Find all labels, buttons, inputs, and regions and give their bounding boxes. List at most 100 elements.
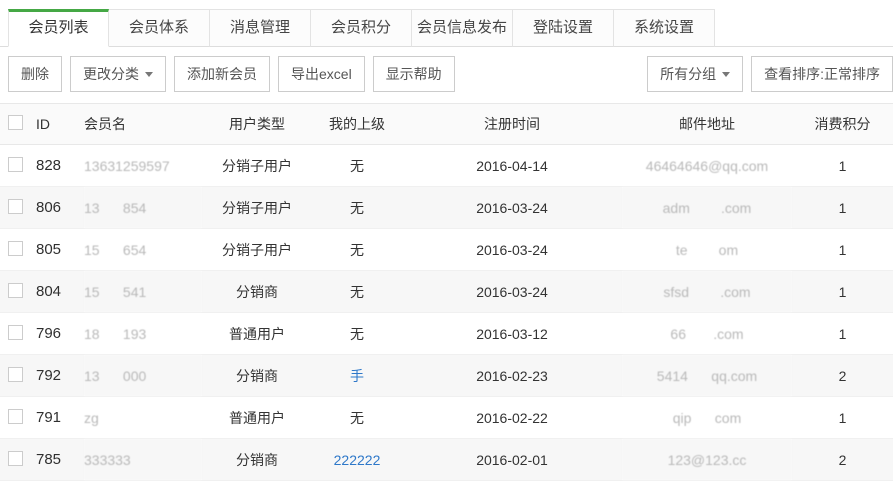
register-time: 2016-02-22 — [402, 397, 622, 439]
member-id: 791 — [36, 397, 84, 439]
email: 5414 qq.com — [622, 355, 792, 397]
show-help-button[interactable]: 显示帮助 — [373, 56, 455, 92]
tab-system-settings[interactable]: 系统设置 — [614, 9, 715, 47]
header-id: ID — [36, 104, 84, 145]
row-checkbox[interactable] — [8, 367, 23, 382]
header-points: 消费积分 — [792, 104, 893, 145]
user-type: 分销子用户 — [202, 229, 312, 271]
tab-member-list[interactable]: 会员列表 — [8, 9, 109, 47]
row-checkbox[interactable] — [8, 409, 23, 424]
user-type: 分销商 — [202, 271, 312, 313]
row-checkbox[interactable] — [8, 199, 23, 214]
email: adm .com — [622, 187, 792, 229]
member-id: 828 — [36, 145, 84, 187]
superior-link[interactable]: 222222 — [312, 439, 402, 481]
points: 1 — [792, 271, 893, 313]
table-row: 804 15 541 分销商 无 2016-03-24 sfsd .com 1 — [0, 271, 893, 313]
superior: 无 — [312, 271, 402, 313]
superior: 无 — [312, 145, 402, 187]
points: 1 — [792, 313, 893, 355]
member-table: ID 会员名 用户类型 我的上级 注册时间 邮件地址 消费积分 828 1363… — [0, 103, 893, 481]
member-name: 15 541 — [84, 271, 202, 313]
user-type: 分销子用户 — [202, 187, 312, 229]
member-name: 13 000 — [84, 355, 202, 397]
points: 1 — [792, 145, 893, 187]
table-row: 791 zg 普通用户 无 2016-02-22 qip com 1 — [0, 397, 893, 439]
table-header-row: ID 会员名 用户类型 我的上级 注册时间 邮件地址 消费积分 — [0, 104, 893, 145]
member-id: 806 — [36, 187, 84, 229]
member-name: 13 854 — [84, 187, 202, 229]
points: 1 — [792, 397, 893, 439]
superior: 无 — [312, 313, 402, 355]
user-type: 分销商 — [202, 439, 312, 481]
row-checkbox[interactable] — [8, 451, 23, 466]
view-sort-button[interactable]: 查看排序:正常排序 — [751, 56, 893, 92]
change-category-label: 更改分类 — [83, 64, 139, 84]
tab-bar: 会员列表 会员体系 消息管理 会员积分 会员信息发布 登陆设置 系统设置 — [0, 8, 893, 47]
tab-member-system[interactable]: 会员体系 — [109, 9, 210, 47]
caret-down-icon — [145, 72, 153, 77]
superior: 无 — [312, 229, 402, 271]
email: qip com — [622, 397, 792, 439]
table-row: 805 15 654 分销子用户 无 2016-03-24 te om 1 — [0, 229, 893, 271]
row-checkbox[interactable] — [8, 157, 23, 172]
tab-member-points[interactable]: 会员积分 — [311, 9, 412, 47]
user-type: 分销子用户 — [202, 145, 312, 187]
register-time: 2016-03-24 — [402, 271, 622, 313]
select-all-checkbox[interactable] — [8, 115, 23, 130]
header-member-name: 会员名 — [84, 104, 202, 145]
header-register-time: 注册时间 — [402, 104, 622, 145]
points: 1 — [792, 229, 893, 271]
member-name: 333333 — [84, 439, 202, 481]
register-time: 2016-02-01 — [402, 439, 622, 481]
member-name: 15 654 — [84, 229, 202, 271]
superior-link[interactable]: 手 — [312, 355, 402, 397]
register-time: 2016-02-23 — [402, 355, 622, 397]
header-user-type: 用户类型 — [202, 104, 312, 145]
email: 123@123.cc — [622, 439, 792, 481]
tab-message-management[interactable]: 消息管理 — [210, 9, 311, 47]
member-id: 792 — [36, 355, 84, 397]
member-id: 785 — [36, 439, 84, 481]
register-time: 2016-04-14 — [402, 145, 622, 187]
superior: 无 — [312, 187, 402, 229]
export-excel-button[interactable]: 导出excel — [278, 56, 365, 92]
tab-login-settings[interactable]: 登陆设置 — [513, 9, 614, 47]
points: 1 — [792, 187, 893, 229]
user-type: 分销商 — [202, 355, 312, 397]
points: 2 — [792, 439, 893, 481]
tab-member-info-publish[interactable]: 会员信息发布 — [412, 9, 513, 47]
row-checkbox[interactable] — [8, 325, 23, 340]
table-row: 806 13 854 分销子用户 无 2016-03-24 adm .com 1 — [0, 187, 893, 229]
all-groups-dropdown[interactable]: 所有分组 — [647, 56, 743, 92]
change-category-dropdown[interactable]: 更改分类 — [70, 56, 166, 92]
header-email: 邮件地址 — [622, 104, 792, 145]
email: 46464646@qq.com — [622, 145, 792, 187]
row-checkbox[interactable] — [8, 283, 23, 298]
caret-down-icon — [722, 72, 730, 77]
member-id: 804 — [36, 271, 84, 313]
register-time: 2016-03-12 — [402, 313, 622, 355]
member-id: 805 — [36, 229, 84, 271]
register-time: 2016-03-24 — [402, 229, 622, 271]
email: 66 .com — [622, 313, 792, 355]
row-checkbox[interactable] — [8, 241, 23, 256]
header-superior: 我的上级 — [312, 104, 402, 145]
toolbar: 删除 更改分类 添加新会员 导出excel 显示帮助 所有分组 查看排序:正常排… — [0, 47, 893, 101]
add-member-button[interactable]: 添加新会员 — [174, 56, 270, 92]
email: sfsd .com — [622, 271, 792, 313]
register-time: 2016-03-24 — [402, 187, 622, 229]
all-groups-label: 所有分组 — [660, 64, 716, 84]
user-type: 普通用户 — [202, 313, 312, 355]
member-name: zg — [84, 397, 202, 439]
delete-button[interactable]: 删除 — [8, 56, 62, 92]
table-row: 792 13 000 分销商 手 2016-02-23 5414 qq.com … — [0, 355, 893, 397]
points: 2 — [792, 355, 893, 397]
member-id: 796 — [36, 313, 84, 355]
superior: 无 — [312, 397, 402, 439]
email: te om — [622, 229, 792, 271]
member-name: 13631259597 — [84, 145, 202, 187]
user-type: 普通用户 — [202, 397, 312, 439]
table-row: 828 13631259597 分销子用户 无 2016-04-14 46464… — [0, 145, 893, 187]
table-row: 785 333333 分销商 222222 2016-02-01 123@123… — [0, 439, 893, 481]
